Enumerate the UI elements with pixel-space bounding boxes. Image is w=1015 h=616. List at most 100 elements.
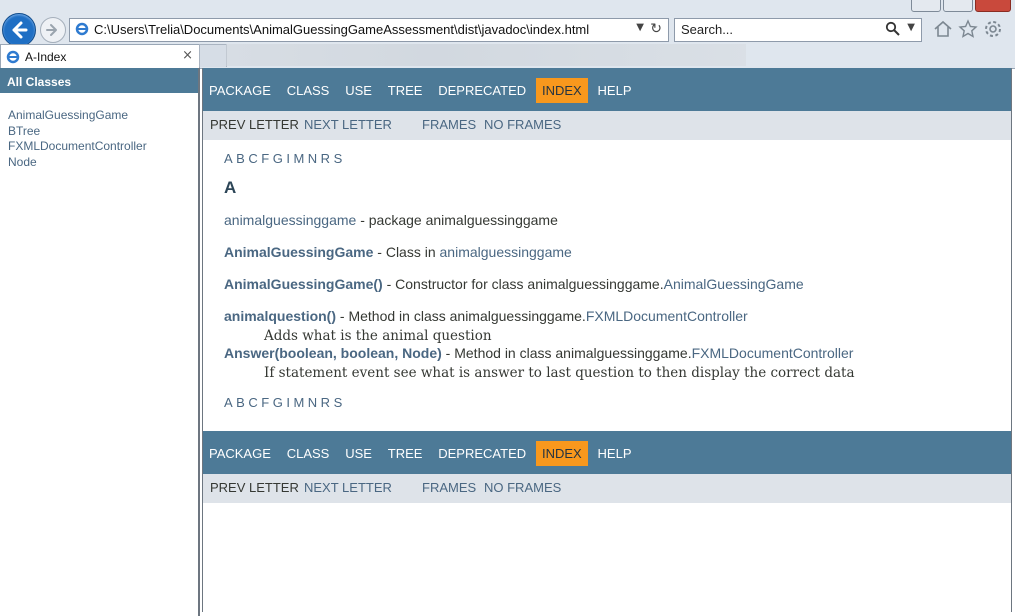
close-window-button[interactable] [975,0,1011,12]
nav-package[interactable]: PACKAGE [203,78,277,103]
next-letter-link[interactable]: NEXT LETTER [304,480,392,495]
letter-link[interactable]: B [236,151,245,166]
entry-description: Adds what is the animal question [264,328,492,344]
favorites-star-icon[interactable] [958,19,978,39]
entry-class-link[interactable]: FXMLDocumentController [692,345,854,361]
entry-class-link[interactable]: AnimalGuessingGame [664,276,804,292]
search-input[interactable]: Search... [681,22,733,37]
top-subnav: PREV LETTER NEXT LETTER FRAMES NO FRAMES [203,111,1011,140]
letter-link[interactable]: A [224,395,233,410]
entry-text: - package animalguessinggame [356,212,558,228]
index-content: ABCFGIMNRS A animalguessinggame - packag… [203,140,1011,431]
entry-text: - Method in class animalguessinggame. [441,345,692,361]
maximize-button[interactable] [943,0,973,12]
index-entry: animalguessinggame - package animalguess… [224,212,558,228]
tab-a-index[interactable]: A-Index × [0,44,200,69]
letter-link[interactable]: C [248,151,257,166]
class-link[interactable]: FXMLDocumentController [8,139,198,155]
back-arrow-icon [12,21,28,39]
address-dropdown-icon[interactable]: ▼ [636,22,644,33]
index-entry: AnimalGuessingGame() - Constructor for c… [224,276,804,292]
close-tab-icon[interactable]: × [182,48,193,63]
entry-package-link[interactable]: animalguessinggame [440,244,572,260]
main-content-frame: PACKAGE CLASS USE TREE DEPRECATED INDEX … [202,68,1012,612]
nav-class[interactable]: CLASS [281,441,336,466]
nav-use[interactable]: USE [339,441,378,466]
address-url[interactable]: C:\Users\Trelia\Documents\AnimalGuessing… [94,22,589,37]
minimize-button[interactable] [911,0,941,12]
nav-deprecated[interactable]: DEPRECATED [432,78,532,103]
nav-help[interactable]: HELP [592,78,638,103]
refresh-icon[interactable]: ↻ [650,21,662,37]
entry-link[interactable]: animalquestion() [224,308,336,324]
frames-link[interactable]: FRAMES [422,480,476,495]
letter-link[interactable]: N [308,395,317,410]
entry-link[interactable]: animalguessinggame [224,212,356,228]
nav-use[interactable]: USE [339,78,378,103]
letter-link[interactable]: B [236,395,245,410]
letter-link[interactable]: S [334,151,343,166]
letter-link[interactable]: I [286,395,290,410]
nav-deprecated[interactable]: DEPRECATED [432,441,532,466]
nav-list: PACKAGE CLASS USE TREE DEPRECATED INDEX … [203,441,638,466]
address-bar[interactable]: C:\Users\Trelia\Documents\AnimalGuessing… [69,18,669,42]
tab-title: A-Index [25,50,67,64]
letter-link[interactable]: R [321,395,330,410]
all-classes-frame: All Classes AnimalGuessingGame BTree FXM… [0,68,200,616]
class-link[interactable]: BTree [8,124,198,140]
index-entry: Answer(boolean, boolean, Node) - Method … [224,345,853,361]
letter-link[interactable]: N [308,151,317,166]
nav-class[interactable]: CLASS [281,78,336,103]
letter-link[interactable]: R [321,151,330,166]
nav-tree[interactable]: TREE [382,78,429,103]
page-icon [75,22,89,36]
home-icon[interactable] [933,19,953,39]
letter-index-top: ABCFGIMNRS [224,151,346,166]
top-navbar: PACKAGE CLASS USE TREE DEPRECATED INDEX … [203,68,1011,111]
entry-link[interactable]: Answer(boolean, boolean, Node) [224,345,442,361]
letter-link[interactable]: C [248,395,257,410]
search-icon[interactable] [885,21,901,37]
class-link[interactable]: Node [8,155,198,171]
letter-link[interactable]: F [261,151,269,166]
new-tab-button[interactable] [199,44,227,67]
window-buttons [911,0,1011,12]
entry-link[interactable]: AnimalGuessingGame [224,244,373,260]
nav-package[interactable]: PACKAGE [203,441,277,466]
nav-tree[interactable]: TREE [382,441,429,466]
nav-index: INDEX [535,78,588,103]
entry-link[interactable]: AnimalGuessingGame() [224,276,383,292]
bottom-subnav: PREV LETTER NEXT LETTER FRAMES NO FRAMES [203,474,1011,503]
nav-index: INDEX [535,441,588,466]
gear-icon[interactable] [983,19,1003,39]
no-frames-link[interactable]: NO FRAMES [484,117,561,132]
back-button[interactable] [2,13,36,47]
tab-page-icon [6,50,20,64]
next-letter-link[interactable]: NEXT LETTER [304,117,392,132]
toolbar-background [226,44,746,66]
class-list: AnimalGuessingGame BTree FXMLDocumentCon… [8,108,198,170]
letter-link[interactable]: I [286,151,290,166]
letter-link[interactable]: G [273,151,283,166]
nav-help[interactable]: HELP [592,441,638,466]
search-box[interactable]: Search... ▼ [674,18,922,42]
frames-link[interactable]: FRAMES [422,117,476,132]
letter-link[interactable]: F [261,395,269,410]
no-frames-link[interactable]: NO FRAMES [484,480,561,495]
browser-chrome: C:\Users\Trelia\Documents\AnimalGuessing… [0,0,1015,69]
entry-description: If statement event see what is answer to… [264,365,855,381]
letter-link[interactable]: G [273,395,283,410]
nav-list: PACKAGE CLASS USE TREE DEPRECATED INDEX … [203,78,638,103]
letter-link[interactable]: M [293,395,304,410]
letter-link[interactable]: S [334,395,343,410]
forward-button[interactable] [40,17,66,43]
class-link[interactable]: AnimalGuessingGame [8,108,198,124]
letter-link[interactable]: A [224,151,233,166]
all-classes-header: All Classes [0,68,198,93]
letter-link[interactable]: M [293,151,304,166]
index-entry: animalquestion() - Method in class anima… [224,308,748,324]
entry-class-link[interactable]: FXMLDocumentController [586,308,748,324]
entry-text: - Method in class animalguessinggame. [336,308,586,324]
entry-text: - Class in [373,244,440,260]
search-dropdown-icon[interactable]: ▼ [907,22,915,33]
